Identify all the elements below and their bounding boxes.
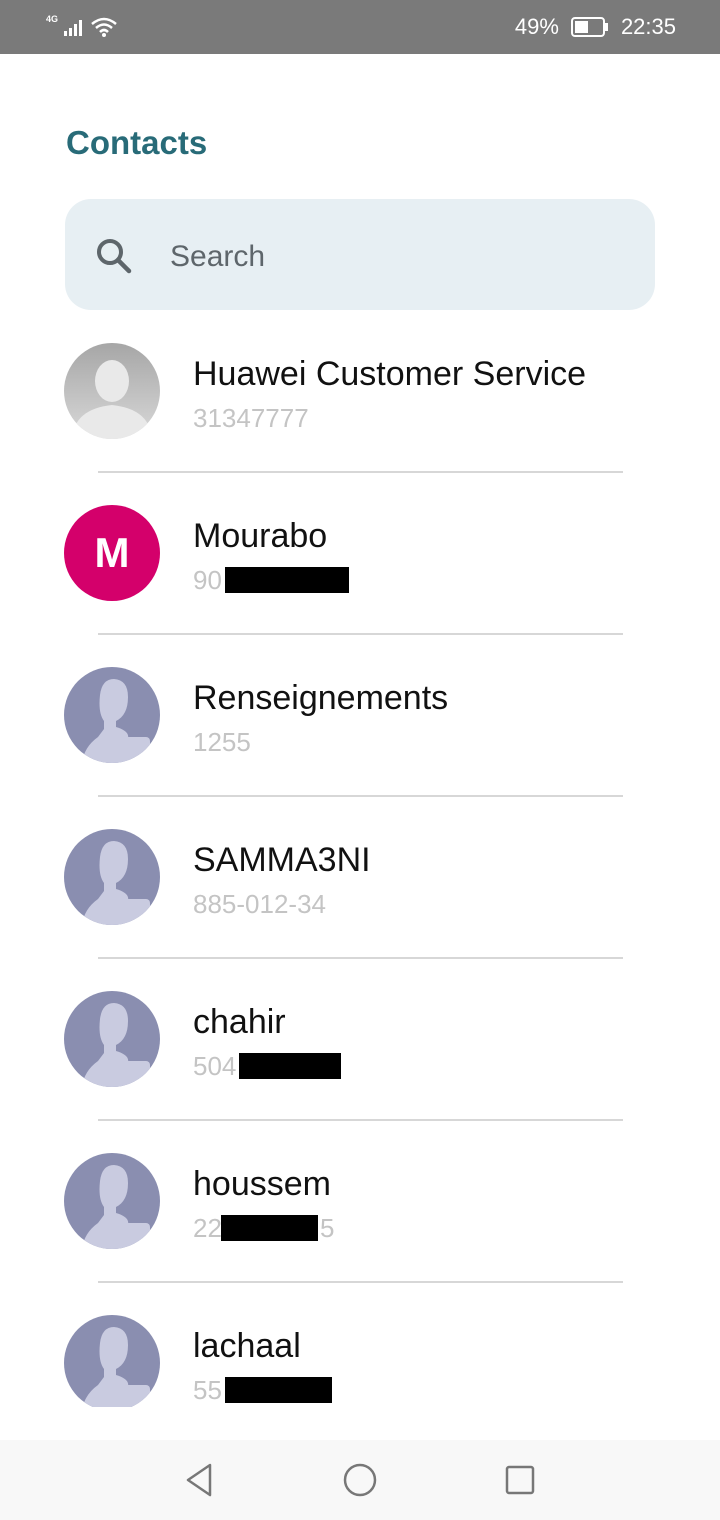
contact-number: 22 <box>193 1213 222 1243</box>
redaction-block <box>225 1377 332 1403</box>
contact-number: 885-012-34 <box>193 889 326 919</box>
home-icon[interactable] <box>340 1460 380 1500</box>
contact-row-mourabo[interactable]: M Mourabo 90 <box>0 505 720 667</box>
contact-number: 1255 <box>193 727 251 757</box>
divider <box>98 1119 623 1121</box>
contact-row-chahir[interactable]: chahir 504 <box>0 991 720 1153</box>
search-placeholder: Search <box>170 240 266 273</box>
back-icon[interactable] <box>180 1460 220 1500</box>
contact-name: houssem <box>193 1165 331 1203</box>
divider <box>98 795 623 797</box>
page-title: Contacts <box>66 124 208 161</box>
contact-row-renseignements[interactable]: Renseignements 1255 <box>0 667 720 829</box>
redaction-block <box>239 1053 341 1079</box>
contact-number-suffix: 5 <box>320 1213 335 1243</box>
default-person-icon <box>64 343 160 439</box>
generic-person-icon <box>64 991 160 1087</box>
generic-person-icon <box>64 667 160 763</box>
contact-name: chahir <box>193 1003 286 1041</box>
search-input[interactable] <box>65 199 655 310</box>
search-icon <box>97 239 132 274</box>
contact-row-samma3ni[interactable]: SAMMA3NI 885-012-34 <box>0 829 720 991</box>
signal-icon <box>64 20 83 36</box>
contact-row-lachaal[interactable]: lachaal 55 <box>0 1315 720 1407</box>
avatar-initial: M <box>64 505 160 601</box>
status-bar: 4G 49% 22:35 <box>0 0 720 54</box>
contact-row-huawei[interactable]: Huawei Customer Service 31347777 <box>0 343 720 505</box>
generic-person-icon <box>64 1315 160 1407</box>
battery-icon <box>570 17 608 37</box>
generic-person-icon <box>64 829 160 925</box>
contact-number: 31347777 <box>193 403 309 433</box>
contact-number: 55 <box>193 1375 222 1405</box>
contact-name: Huawei Customer Service <box>193 355 587 393</box>
redaction-block <box>221 1215 318 1241</box>
wifi-icon <box>91 17 117 37</box>
navigation-bar <box>0 1440 720 1520</box>
contact-number: 504 <box>193 1051 237 1081</box>
avatar-letter: M <box>94 529 130 576</box>
contact-number: 90 <box>193 565 222 595</box>
contact-name: Renseignements <box>193 679 449 717</box>
contact-name: SAMMA3NI <box>193 841 371 879</box>
divider <box>98 471 623 473</box>
network-type: 4G <box>46 14 59 24</box>
generic-person-icon <box>64 1153 160 1249</box>
clock: 22:35 <box>620 14 676 39</box>
divider <box>98 957 623 959</box>
status-left: 4G <box>46 12 118 42</box>
battery-percent: 49% <box>514 14 559 39</box>
contact-row-houssem[interactable]: houssem 22 5 <box>0 1153 720 1315</box>
contact-name: Mourabo <box>193 517 328 555</box>
divider <box>98 1281 623 1283</box>
divider <box>98 633 623 635</box>
redaction-block <box>225 567 349 593</box>
contact-list: Huawei Customer Service 31347777 M Moura… <box>0 343 720 1407</box>
status-right: 49% 22:35 <box>515 12 676 42</box>
contact-name: lachaal <box>193 1327 301 1365</box>
recents-icon[interactable] <box>500 1460 540 1500</box>
